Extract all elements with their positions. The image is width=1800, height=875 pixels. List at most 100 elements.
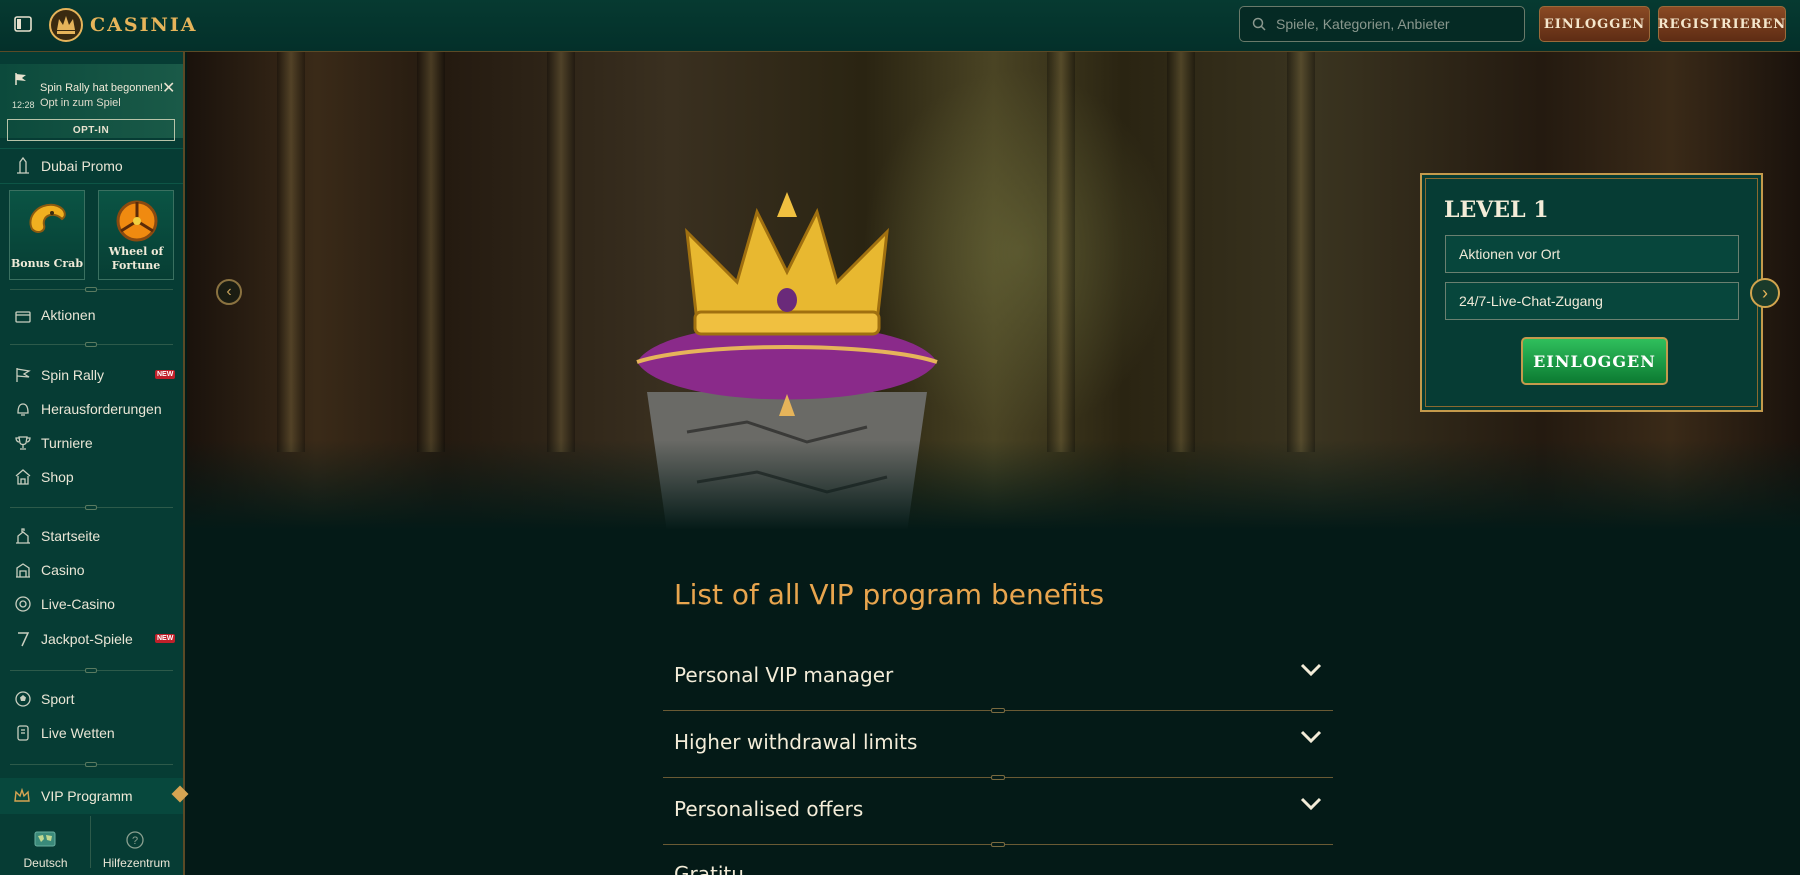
background-pillar <box>1287 52 1315 452</box>
sidebar-toggle-icon[interactable] <box>14 16 32 32</box>
home-icon <box>16 528 30 544</box>
sidebar-item-casino[interactable]: Casino <box>0 554 183 586</box>
sidebar-item-live-casino[interactable]: Live-Casino <box>0 588 183 620</box>
accordion-item-personalised-offers[interactable]: Personalised offers <box>663 779 1333 847</box>
casino-icon <box>16 563 30 578</box>
sidebar: 12:28 Spin Rally hat begonnen! Opt in zu… <box>0 52 189 875</box>
accordion-item-partial[interactable]: Gratitu... <box>663 846 1333 875</box>
sidebar-item-label: Aktionen <box>41 307 96 323</box>
shop-icon <box>15 469 31 485</box>
divider <box>10 505 173 510</box>
sidebar-item-dubai-promo[interactable]: Dubai Promo <box>0 148 183 184</box>
sidebar-item-jackpot-spiele[interactable]: Jackpot-Spiele NEW <box>0 623 183 655</box>
flag-icon <box>16 368 31 382</box>
accordion-label: Personal VIP manager <box>674 663 894 687</box>
register-button[interactable]: REGISTRIEREN <box>1658 6 1786 42</box>
sidebar-item-label: Casino <box>41 562 85 578</box>
level-title: LEVEL 1 <box>1444 197 1549 223</box>
background-pillar <box>547 52 575 452</box>
login-button[interactable]: EINLOGGEN <box>1539 6 1650 42</box>
sidebar-item-label: Turniere <box>41 435 93 451</box>
live-bet-icon <box>17 725 29 741</box>
accordion-label: Gratitu... <box>674 862 763 875</box>
accordion-divider <box>663 842 1333 847</box>
close-icon[interactable]: ✕ <box>162 78 175 98</box>
tile-label: Bonus Crab <box>10 257 84 270</box>
divider <box>10 342 173 347</box>
wheel-of-fortune-tile[interactable]: Wheel of Fortune <box>98 190 174 280</box>
sidebar-item-label: Dubai Promo <box>41 158 123 174</box>
level-perk: 24/7-Live-Chat-Zugang <box>1445 282 1739 320</box>
carousel-prev-button[interactable]: ‹ <box>216 279 242 305</box>
casinia-logo[interactable]: CASINIA <box>48 6 197 44</box>
flag-icon <box>15 73 26 85</box>
carousel-next-button[interactable]: › <box>1750 278 1780 308</box>
sidebar-item-turniere[interactable]: Turniere <box>0 427 183 459</box>
active-marker <box>171 785 189 803</box>
sidebar-item-label: Startseite <box>41 528 101 544</box>
opt-in-button[interactable]: OPT-IN <box>7 119 175 141</box>
accordion-label: Higher withdrawal limits <box>674 730 918 754</box>
sidebar-item-label: Live-Casino <box>41 596 115 612</box>
background-pillar <box>277 52 305 452</box>
search-input[interactable] <box>1274 15 1508 33</box>
sidebar-item-label: Sport <box>41 691 75 707</box>
help-icon: ? <box>126 831 144 849</box>
top-bar: CASINIA EINLOGGEN REGISTRIEREN <box>0 0 1800 52</box>
globe-map-icon <box>34 831 56 847</box>
level-login-button[interactable]: EINLOGGEN <box>1521 337 1668 385</box>
football-icon <box>15 691 31 707</box>
chevron-down-icon[interactable] <box>1300 730 1322 744</box>
new-badge: NEW <box>155 370 176 379</box>
crab-icon <box>29 203 66 233</box>
crown-on-pillow-illustration <box>636 192 938 530</box>
benefits-heading: List of all VIP program benefits <box>674 578 1105 611</box>
language-label: Deutsch <box>23 856 68 870</box>
crown-logo-icon <box>49 8 83 42</box>
accordion-item-vip-manager[interactable]: Personal VIP manager <box>663 645 1333 713</box>
new-badge: NEW <box>155 634 176 643</box>
spin-rally-notification: 12:28 Spin Rally hat begonnen! Opt in zu… <box>0 64 183 141</box>
sidebar-item-sport[interactable]: Sport <box>0 683 183 715</box>
help-center-link[interactable]: ? Hilfezentrum <box>91 822 182 872</box>
help-label: Hilfezentrum <box>102 856 171 870</box>
chevron-left-icon: ‹ <box>226 283 232 300</box>
sidebar-item-label: Jackpot-Spiele <box>41 631 133 647</box>
sidebar-item-herausforderungen[interactable]: Herausforderungen <box>0 393 183 425</box>
bonus-crab-tile[interactable]: Bonus Crab <box>9 190 85 280</box>
divider <box>10 668 173 673</box>
sidebar-item-shop[interactable]: Shop <box>0 461 183 493</box>
sidebar-item-spin-rally[interactable]: Spin Rally NEW <box>0 359 183 391</box>
trophy-icon <box>15 436 31 450</box>
tile-label-line2: Fortune <box>111 259 161 272</box>
accordion-divider <box>663 775 1333 780</box>
chevron-down-icon[interactable] <box>1300 663 1322 677</box>
sidebar-item-live-wetten[interactable]: Live Wetten <box>0 717 183 749</box>
logo-text: CASINIA <box>90 14 198 36</box>
svg-text:?: ? <box>132 835 138 847</box>
accordion-label: Personalised offers <box>674 797 864 821</box>
background-pillar <box>1047 52 1075 452</box>
vip-hero-banner: LEVEL 1 Aktionen vor Ort 24/7-Live-Chat-… <box>187 52 1800 530</box>
tile-label-line1: Wheel of <box>108 245 164 258</box>
sidebar-item-aktionen[interactable]: Aktionen <box>0 299 183 331</box>
sidebar-item-vip-programm[interactable]: VIP Programm <box>0 778 189 814</box>
background-pillar <box>1167 52 1195 452</box>
sidebar-item-startseite[interactable]: Startseite <box>0 520 183 552</box>
chevron-down-icon[interactable] <box>1300 797 1322 811</box>
bell-icon <box>17 403 29 416</box>
language-selector[interactable]: Deutsch <box>0 822 91 872</box>
crown-icon <box>14 788 30 802</box>
notification-time: 12:28 <box>12 100 35 110</box>
search-box[interactable] <box>1239 6 1525 42</box>
notification-subtitle: Opt in zum Spiel <box>40 97 121 109</box>
sidebar-item-label: Spin Rally <box>41 367 105 383</box>
sidebar-item-label: Herausforderungen <box>41 401 162 417</box>
wheel-icon <box>116 200 158 242</box>
seven-icon <box>18 632 30 647</box>
level-perk: Aktionen vor Ort <box>1445 235 1739 273</box>
tower-icon <box>17 156 29 174</box>
notification-title: Spin Rally hat begonnen! <box>40 82 163 94</box>
accordion-item-withdrawal-limits[interactable]: Higher withdrawal limits <box>663 712 1333 780</box>
chip-icon <box>15 596 31 612</box>
